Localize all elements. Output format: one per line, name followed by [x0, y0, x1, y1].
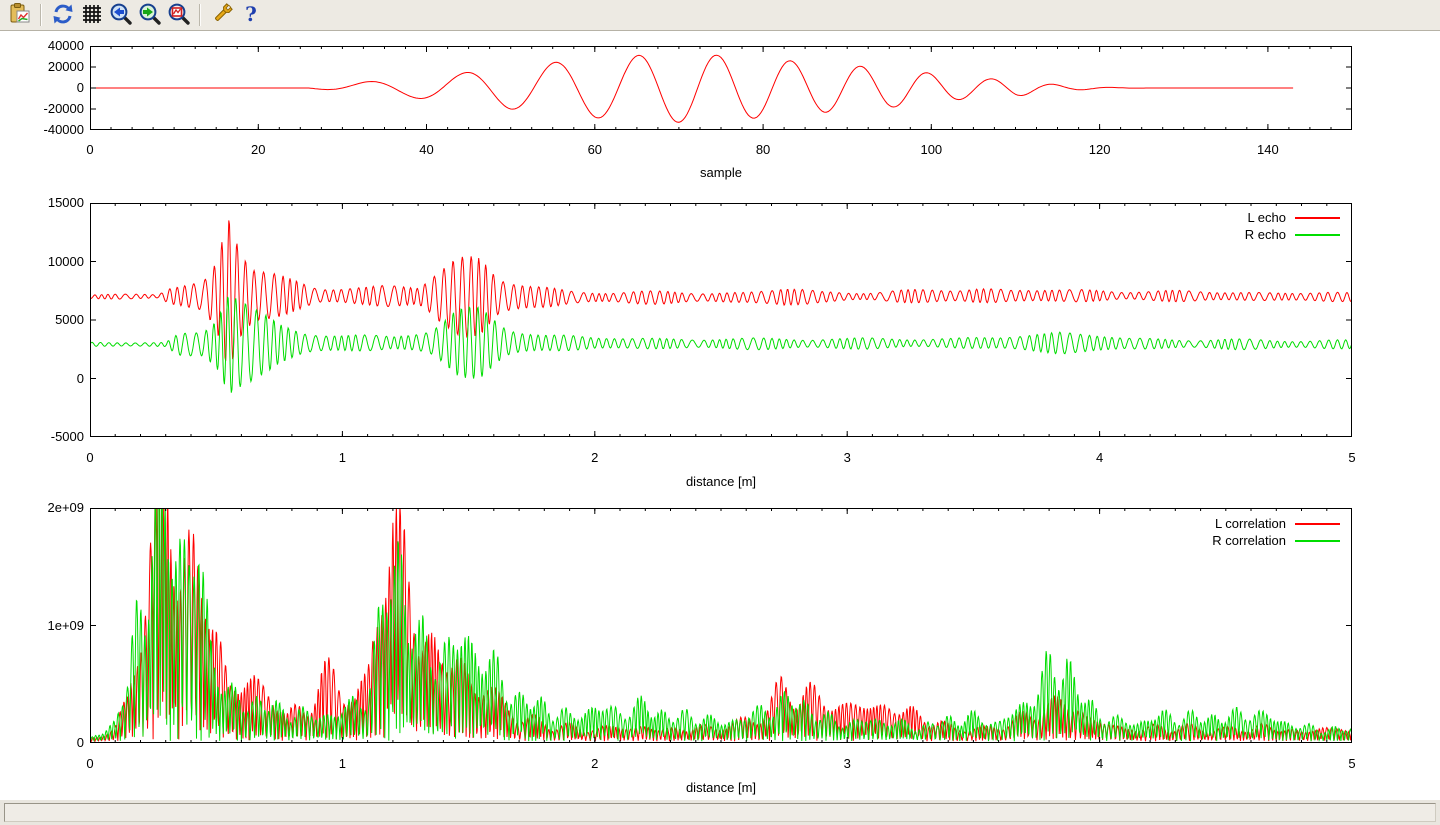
x-tick-label: 1 [302, 450, 382, 466]
svg-text:?: ? [245, 2, 257, 26]
x-axis-title: distance [m] [90, 780, 1352, 796]
plot-svg [90, 508, 1352, 743]
legend-label: R echo [1245, 228, 1286, 241]
x-tick-label: 100 [891, 142, 971, 158]
x-tick-labels: 012345 [90, 450, 1352, 466]
y-tick-label: 10000 [2, 254, 84, 270]
legend-entry: L correlation [1212, 517, 1340, 530]
gnuplot-window: ? 40000200000-20000-40000 02040608010012… [0, 0, 1440, 825]
y-tick-labels: 40000200000-20000-40000 [2, 46, 84, 130]
magnifier-previous-icon [109, 2, 133, 29]
grid-icon [80, 2, 104, 29]
y-tick-labels: 150001000050000-5000 [2, 203, 84, 437]
axis-ticks [90, 203, 1352, 437]
legend-line-sample [1295, 234, 1340, 236]
plot-border [91, 204, 1352, 437]
x-tick-label: 140 [1228, 142, 1308, 158]
x-tick-label: 4 [1060, 450, 1140, 466]
x-tick-labels: 020406080100120140 [90, 142, 1352, 158]
status-field [4, 803, 1436, 822]
toolbar-separator [199, 4, 201, 26]
legend-line-sample [1295, 523, 1340, 525]
legend: L correlation R correlation [1212, 517, 1340, 547]
legend: L echo R echo [1245, 211, 1340, 241]
plot-echo: L echo R echo [90, 203, 1352, 437]
legend-label: L echo [1247, 211, 1286, 224]
wrench-icon [210, 2, 234, 29]
x-tick-label: 3 [807, 450, 887, 466]
series-r-echo [90, 297, 1352, 393]
legend-line-sample [1295, 540, 1340, 542]
toolbar-separator [40, 4, 42, 26]
toolbar: ? [0, 0, 1440, 31]
x-axis-title: distance [m] [90, 474, 1352, 490]
x-tick-label: 120 [1060, 142, 1140, 158]
y-tick-label: 5000 [2, 312, 84, 328]
x-tick-label: 60 [555, 142, 635, 158]
y-tick-label: 0 [2, 735, 84, 751]
plot-correlation: L correlation R correlation [90, 508, 1352, 743]
x-axis-title: sample [90, 165, 1352, 181]
y-tick-label: -40000 [2, 122, 84, 138]
clipboard-chart-icon [8, 2, 32, 29]
autoscale-button[interactable] [165, 2, 192, 29]
y-tick-label: 20000 [2, 59, 84, 75]
plot-svg [90, 203, 1352, 437]
legend-line-sample [1295, 217, 1340, 219]
zoom-previous-button[interactable] [107, 2, 134, 29]
y-tick-label: -20000 [2, 101, 84, 117]
legend-entry: L echo [1245, 211, 1340, 224]
y-tick-label: -5000 [2, 429, 84, 445]
y-tick-label: 0 [2, 80, 84, 96]
refresh-icon [51, 2, 75, 29]
x-tick-label: 1 [302, 756, 382, 772]
x-tick-label: 2 [555, 450, 635, 466]
x-tick-label: 0 [50, 450, 130, 466]
x-tick-label: 40 [387, 142, 467, 158]
plot-canvas[interactable]: 40000200000-20000-40000 0204060801001201… [0, 31, 1440, 800]
legend-entry: R correlation [1212, 534, 1340, 547]
y-tick-label: 40000 [2, 38, 84, 54]
y-tick-label: 1e+09 [2, 618, 84, 634]
y-tick-label: 15000 [2, 195, 84, 211]
x-tick-label: 5 [1312, 756, 1392, 772]
x-tick-label: 2 [555, 756, 635, 772]
help-button[interactable]: ? [237, 2, 264, 29]
series-signal [90, 55, 1293, 122]
legend-label: R correlation [1212, 534, 1286, 547]
copy-to-clipboard-button[interactable] [6, 2, 33, 29]
plot-svg [90, 46, 1352, 130]
toggle-grid-button[interactable] [78, 2, 105, 29]
plot-pulse [90, 46, 1352, 130]
status-bar [0, 800, 1440, 825]
configure-button[interactable] [208, 2, 235, 29]
x-tick-label: 80 [723, 142, 803, 158]
x-tick-label: 0 [50, 756, 130, 772]
zoom-next-button[interactable] [136, 2, 163, 29]
magnifier-next-icon [138, 2, 162, 29]
series-r-correlation [90, 508, 1352, 741]
legend-label: L correlation [1215, 517, 1286, 530]
question-mark-icon: ? [239, 2, 263, 29]
y-tick-labels: 2e+091e+090 [2, 508, 84, 743]
x-tick-label: 3 [807, 756, 887, 772]
x-tick-label: 0 [50, 142, 130, 158]
x-tick-label: 4 [1060, 756, 1140, 772]
y-tick-label: 0 [2, 371, 84, 387]
x-tick-labels: 012345 [90, 756, 1352, 772]
x-tick-label: 20 [218, 142, 298, 158]
y-tick-label: 2e+09 [2, 500, 84, 516]
x-tick-label: 5 [1312, 450, 1392, 466]
magnifier-autoscale-icon [167, 2, 191, 29]
legend-entry: R echo [1245, 228, 1340, 241]
replot-button[interactable] [49, 2, 76, 29]
